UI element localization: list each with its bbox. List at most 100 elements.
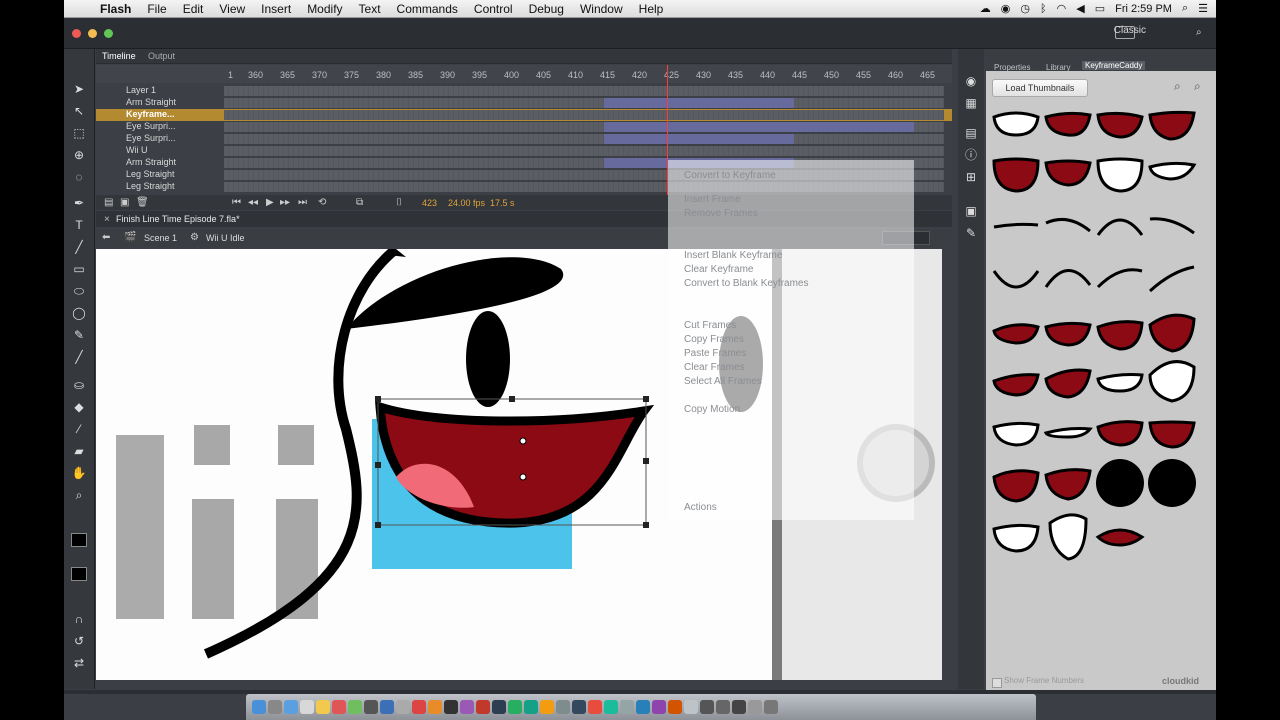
eraser-icon[interactable]: ▰ bbox=[64, 441, 94, 461]
context-item[interactable]: Insert Blank Keyframe bbox=[684, 250, 782, 261]
menu-edit[interactable]: Edit bbox=[175, 2, 212, 16]
brush-tool-icon[interactable]: ╱ bbox=[64, 347, 94, 367]
app-icon[interactable] bbox=[396, 700, 410, 714]
mouth-thumbnail[interactable] bbox=[1044, 468, 1092, 501]
layer-row[interactable]: Layer 1 bbox=[96, 85, 952, 97]
mouth-thumbnail[interactable] bbox=[1148, 360, 1196, 403]
app-icon[interactable] bbox=[700, 700, 714, 714]
layer-name[interactable]: Arm Straight bbox=[126, 97, 176, 107]
menu-view[interactable]: View bbox=[211, 2, 253, 16]
subselection-tool-icon[interactable]: ↖ bbox=[64, 101, 94, 121]
transform-handle[interactable] bbox=[375, 522, 381, 528]
frame-ruler[interactable]: 1 360 365 370 375 380 385 390 395 400 40… bbox=[96, 65, 952, 83]
app-icon[interactable] bbox=[716, 700, 730, 714]
app-icon[interactable] bbox=[412, 700, 426, 714]
delete-layer-icon[interactable]: 🗑 bbox=[136, 197, 149, 208]
context-item[interactable]: Actions bbox=[684, 502, 717, 513]
frame-rate[interactable]: 24.00 fps bbox=[448, 198, 485, 208]
app-icon[interactable] bbox=[364, 700, 378, 714]
transform-handle[interactable] bbox=[509, 396, 515, 402]
layer-frames[interactable] bbox=[224, 86, 944, 96]
layer-frames[interactable] bbox=[224, 110, 944, 120]
layer-name[interactable]: Eye Surpri... bbox=[126, 121, 176, 131]
transform-handle[interactable] bbox=[375, 396, 381, 402]
mouth-thumbnail[interactable] bbox=[992, 323, 1040, 345]
tab-output[interactable]: Output bbox=[148, 51, 175, 61]
mouth-thumbnail[interactable] bbox=[992, 270, 1040, 289]
mouth-thumbnail[interactable] bbox=[1044, 159, 1092, 187]
context-item[interactable]: Convert to Blank Keyframes bbox=[684, 278, 809, 289]
app-icon[interactable] bbox=[604, 700, 618, 714]
pencil-tool-icon[interactable]: ✎ bbox=[64, 325, 94, 345]
motion-tween-span[interactable] bbox=[604, 98, 794, 108]
last-frame-icon[interactable]: ⏭ bbox=[298, 197, 307, 208]
mouth-thumbnail[interactable] bbox=[1148, 265, 1195, 293]
oval-tool-icon[interactable]: ⬭ bbox=[64, 281, 94, 301]
loop-icon[interactable]: ⟲ bbox=[318, 197, 326, 208]
document-tab[interactable]: Finish Line Time Episode 7.fla* bbox=[116, 214, 240, 224]
layer-row[interactable]: Wii U bbox=[96, 145, 952, 157]
cloud-icon[interactable]: ☁ bbox=[980, 2, 991, 15]
trash-icon[interactable] bbox=[764, 700, 778, 714]
app-icon[interactable] bbox=[540, 700, 554, 714]
time-machine-icon[interactable]: ◷ bbox=[1020, 2, 1030, 15]
notes-icon[interactable] bbox=[316, 700, 330, 714]
context-item[interactable]: Copy Motion bbox=[684, 404, 740, 415]
battery-icon[interactable]: ▭ bbox=[1095, 2, 1105, 15]
wifi-icon[interactable]: ◠ bbox=[1057, 2, 1067, 15]
menu-debug[interactable]: Debug bbox=[521, 2, 572, 16]
mouth-thumbnail[interactable] bbox=[1148, 420, 1196, 449]
layer-row[interactable]: Eye Surpri... bbox=[96, 133, 952, 145]
menu-help[interactable]: Help bbox=[631, 2, 672, 16]
messages-icon[interactable] bbox=[348, 700, 362, 714]
fill-color-swatch[interactable] bbox=[71, 567, 87, 581]
mouth-thumbnail[interactable] bbox=[1148, 313, 1196, 353]
mouth-thumbnail[interactable] bbox=[992, 157, 1040, 193]
back-arrow-icon[interactable]: ⬅ bbox=[102, 232, 110, 243]
mouth-thumbnail[interactable] bbox=[992, 523, 1040, 553]
tab-library[interactable]: Library bbox=[1046, 63, 1070, 72]
mouth-thumbnail[interactable] bbox=[992, 469, 1040, 503]
app-icon[interactable] bbox=[588, 700, 602, 714]
layer-row[interactable]: Eye Surpri... bbox=[96, 121, 952, 133]
info-icon[interactable]: ⓘ bbox=[956, 145, 986, 165]
smooth-icon[interactable]: ↺ bbox=[64, 631, 94, 651]
line-tool-icon[interactable]: ╱ bbox=[64, 237, 94, 257]
mouth-thumbnail[interactable] bbox=[1148, 110, 1196, 141]
context-item[interactable]: Paste Frames bbox=[684, 348, 746, 359]
layer-name[interactable]: Arm Straight bbox=[126, 157, 176, 167]
close-document-icon[interactable]: × bbox=[104, 214, 110, 225]
menu-insert[interactable]: Insert bbox=[253, 2, 299, 16]
tab-properties[interactable]: Properties bbox=[994, 63, 1030, 72]
mouth-thumbnail[interactable] bbox=[1096, 268, 1143, 289]
photoshop-icon[interactable] bbox=[492, 700, 506, 714]
edit-markers-icon[interactable]: ⌷ bbox=[396, 197, 402, 208]
mouth-thumbnail[interactable] bbox=[992, 421, 1040, 447]
step-forward-icon[interactable]: ▸▸ bbox=[280, 197, 290, 208]
mouth-thumbnail[interactable] bbox=[992, 373, 1040, 397]
menu-file[interactable]: File bbox=[139, 2, 174, 16]
app-icon[interactable] bbox=[524, 700, 538, 714]
app-icon[interactable] bbox=[636, 700, 650, 714]
new-layer-icon[interactable]: ▤ bbox=[104, 197, 113, 208]
layer-row-selected[interactable]: Keyframe... bbox=[96, 109, 952, 121]
layer-row[interactable]: Arm Straight bbox=[96, 97, 952, 109]
layer-name[interactable]: Keyframe... bbox=[126, 109, 175, 119]
tab-timeline[interactable]: Timeline bbox=[102, 51, 136, 61]
layer-name[interactable]: Wii U bbox=[126, 145, 148, 155]
load-thumbnails-button[interactable]: Load Thumbnails bbox=[992, 79, 1088, 97]
mouth-thumbnail[interactable] bbox=[1044, 269, 1092, 288]
volume-icon[interactable]: ◀ bbox=[1076, 2, 1084, 15]
menu-commands[interactable]: Commands bbox=[389, 2, 466, 16]
align-icon[interactable]: ▤ bbox=[956, 123, 986, 143]
layer-frames[interactable] bbox=[224, 134, 944, 144]
mouth-thumbnail[interactable] bbox=[1044, 111, 1092, 137]
menubar-clock[interactable]: Fri 2:59 PM bbox=[1115, 3, 1172, 15]
step-back-icon[interactable]: ◂◂ bbox=[248, 197, 258, 208]
elapsed-time[interactable]: 17.5 s bbox=[490, 198, 515, 208]
layer-frames[interactable] bbox=[224, 146, 944, 156]
snap-magnet-icon[interactable]: ∩ bbox=[64, 609, 94, 629]
mouth-thumbnail[interactable] bbox=[1096, 111, 1144, 139]
safari-icon[interactable] bbox=[284, 700, 298, 714]
first-frame-icon[interactable]: ⏮ bbox=[232, 197, 241, 208]
